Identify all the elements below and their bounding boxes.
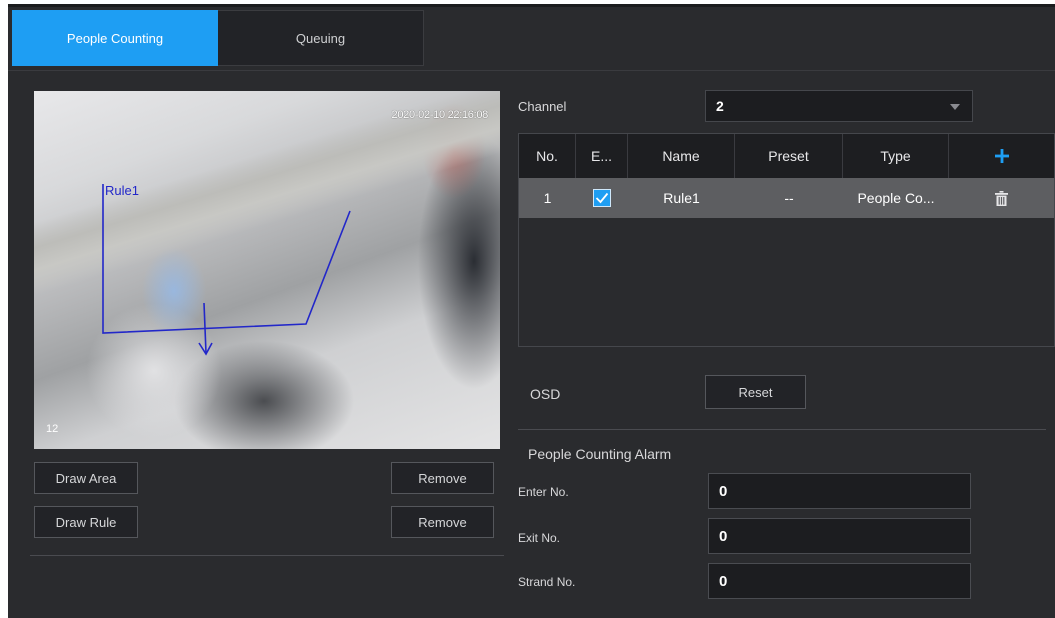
draw-rule-button[interactable]: Draw Rule	[34, 506, 138, 538]
channel-select[interactable]: 2	[705, 90, 973, 122]
enter-no-input[interactable]: 0	[708, 473, 971, 509]
remove-rule-button[interactable]: Remove	[391, 506, 494, 538]
exit-no-label: Exit No.	[518, 531, 561, 545]
rule-overlay[interactable]	[34, 91, 500, 449]
chevron-down-icon	[950, 104, 960, 110]
row-enable-cell	[576, 178, 628, 218]
people-counting-panel: People Counting Queuing 2020-02-10 22:16…	[8, 4, 1055, 618]
table-row[interactable]: 1 Rule1 -- People Co...	[519, 178, 1054, 218]
draw-area-button[interactable]: Draw Area	[34, 462, 138, 494]
row-preset: --	[784, 190, 794, 206]
col-header-name[interactable]: Name	[628, 134, 735, 178]
tab-queuing[interactable]: Queuing	[218, 10, 424, 66]
tab-people-counting[interactable]: People Counting	[12, 10, 218, 66]
checkmark-icon	[595, 192, 609, 204]
add-rule-button[interactable]	[949, 134, 1054, 178]
channel-value: 2	[716, 98, 724, 114]
enter-no-label: Enter No.	[518, 485, 569, 499]
col-header-enable[interactable]: E...	[576, 134, 628, 178]
osd-divider	[518, 429, 1046, 430]
enable-checkbox[interactable]	[593, 189, 611, 207]
strand-no-input[interactable]: 0	[708, 563, 971, 599]
osd-label: OSD	[530, 386, 561, 402]
alarm-section-title: People Counting Alarm	[528, 446, 672, 462]
enter-no-value: 0	[719, 482, 728, 500]
strand-no-value: 0	[719, 572, 728, 590]
rule-label: Rule1	[105, 183, 139, 198]
table-header: No. E... Name Preset Type	[519, 134, 1054, 178]
strand-no-label: Strand No.	[518, 575, 576, 589]
video-preview[interactable]: 2020-02-10 22:16:08 12 Rule1	[34, 91, 500, 449]
top-border	[8, 4, 1055, 7]
exit-no-input[interactable]: 0	[708, 518, 971, 554]
row-name: Rule1	[663, 190, 700, 206]
direction-arrow-shaft	[203, 302, 207, 354]
row-type: People Co...	[857, 190, 935, 206]
rule-line[interactable]	[102, 184, 351, 334]
col-header-type[interactable]: Type	[843, 134, 949, 178]
exit-no-value: 0	[719, 527, 728, 545]
col-header-preset[interactable]: Preset	[735, 134, 843, 178]
remove-area-button[interactable]: Remove	[391, 462, 494, 494]
col-header-no[interactable]: No.	[519, 134, 576, 178]
channel-label: Channel	[518, 99, 567, 114]
row-no: 1	[543, 190, 552, 206]
left-divider	[30, 555, 504, 556]
trash-icon	[995, 190, 1008, 206]
rules-table: No. E... Name Preset Type 1 Rule1 -- Peo…	[518, 133, 1055, 347]
reset-button[interactable]: Reset	[705, 375, 806, 409]
tab-bar: People Counting Queuing	[12, 10, 424, 66]
plus-icon	[994, 149, 1009, 163]
delete-rule-button[interactable]	[949, 178, 1054, 218]
tab-divider	[8, 70, 1055, 71]
